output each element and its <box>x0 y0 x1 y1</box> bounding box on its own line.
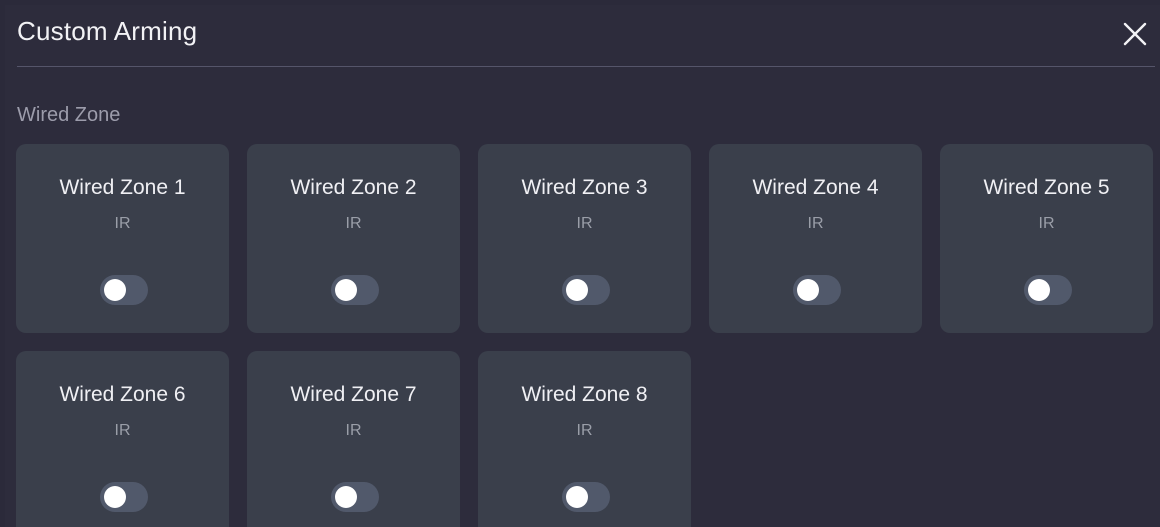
toggle-knob <box>335 486 357 508</box>
toggle-knob <box>566 486 588 508</box>
zone-card: Wired Zone 7 IR <box>247 351 460 527</box>
zone-type: IR <box>1038 215 1055 232</box>
zone-card: Wired Zone 1 IR <box>16 144 229 333</box>
zone-type: IR <box>114 215 131 232</box>
toggle-knob <box>797 279 819 301</box>
zone-name: Wired Zone 3 <box>521 176 648 199</box>
toggle-knob <box>566 279 588 301</box>
zone-type: IR <box>576 215 593 232</box>
zone-arm-toggle[interactable] <box>793 275 841 305</box>
zone-arm-toggle[interactable] <box>331 275 379 305</box>
zone-type: IR <box>345 422 362 439</box>
zone-type: IR <box>576 422 593 439</box>
zone-name: Wired Zone 8 <box>521 383 648 406</box>
zone-name: Wired Zone 5 <box>983 176 1110 199</box>
close-icon <box>1123 22 1147 46</box>
zone-card: Wired Zone 3 IR <box>478 144 691 333</box>
zone-card: Wired Zone 8 IR <box>478 351 691 527</box>
zone-card: Wired Zone 6 IR <box>16 351 229 527</box>
close-button[interactable] <box>1120 19 1150 49</box>
zone-arm-toggle[interactable] <box>331 482 379 512</box>
toggle-knob <box>104 486 126 508</box>
zone-arm-toggle[interactable] <box>1024 275 1072 305</box>
dialog-header: Custom Arming <box>5 5 1160 66</box>
zone-grid: Wired Zone 1 IR Wired Zone 2 IR Wired Zo… <box>16 144 1156 527</box>
zone-arm-toggle[interactable] <box>562 275 610 305</box>
zone-type: IR <box>807 215 824 232</box>
section-label: Wired Zone <box>17 104 121 126</box>
zone-name: Wired Zone 6 <box>59 383 186 406</box>
zone-arm-toggle[interactable] <box>100 275 148 305</box>
zone-type: IR <box>345 215 362 232</box>
toggle-knob <box>1028 279 1050 301</box>
zone-name: Wired Zone 4 <box>752 176 879 199</box>
toggle-knob <box>104 279 126 301</box>
zone-name: Wired Zone 2 <box>290 176 417 199</box>
zone-card: Wired Zone 5 IR <box>940 144 1153 333</box>
zone-name: Wired Zone 1 <box>59 176 186 199</box>
zone-name: Wired Zone 7 <box>290 383 417 406</box>
zone-arm-toggle[interactable] <box>100 482 148 512</box>
toggle-knob <box>335 279 357 301</box>
custom-arming-dialog: Custom Arming Wired Zone Wired Zone 1 IR… <box>5 5 1160 527</box>
header-divider <box>17 66 1155 67</box>
zone-card: Wired Zone 4 IR <box>709 144 922 333</box>
dialog-title: Custom Arming <box>17 16 198 46</box>
zone-type: IR <box>114 422 131 439</box>
zone-card: Wired Zone 2 IR <box>247 144 460 333</box>
zone-arm-toggle[interactable] <box>562 482 610 512</box>
